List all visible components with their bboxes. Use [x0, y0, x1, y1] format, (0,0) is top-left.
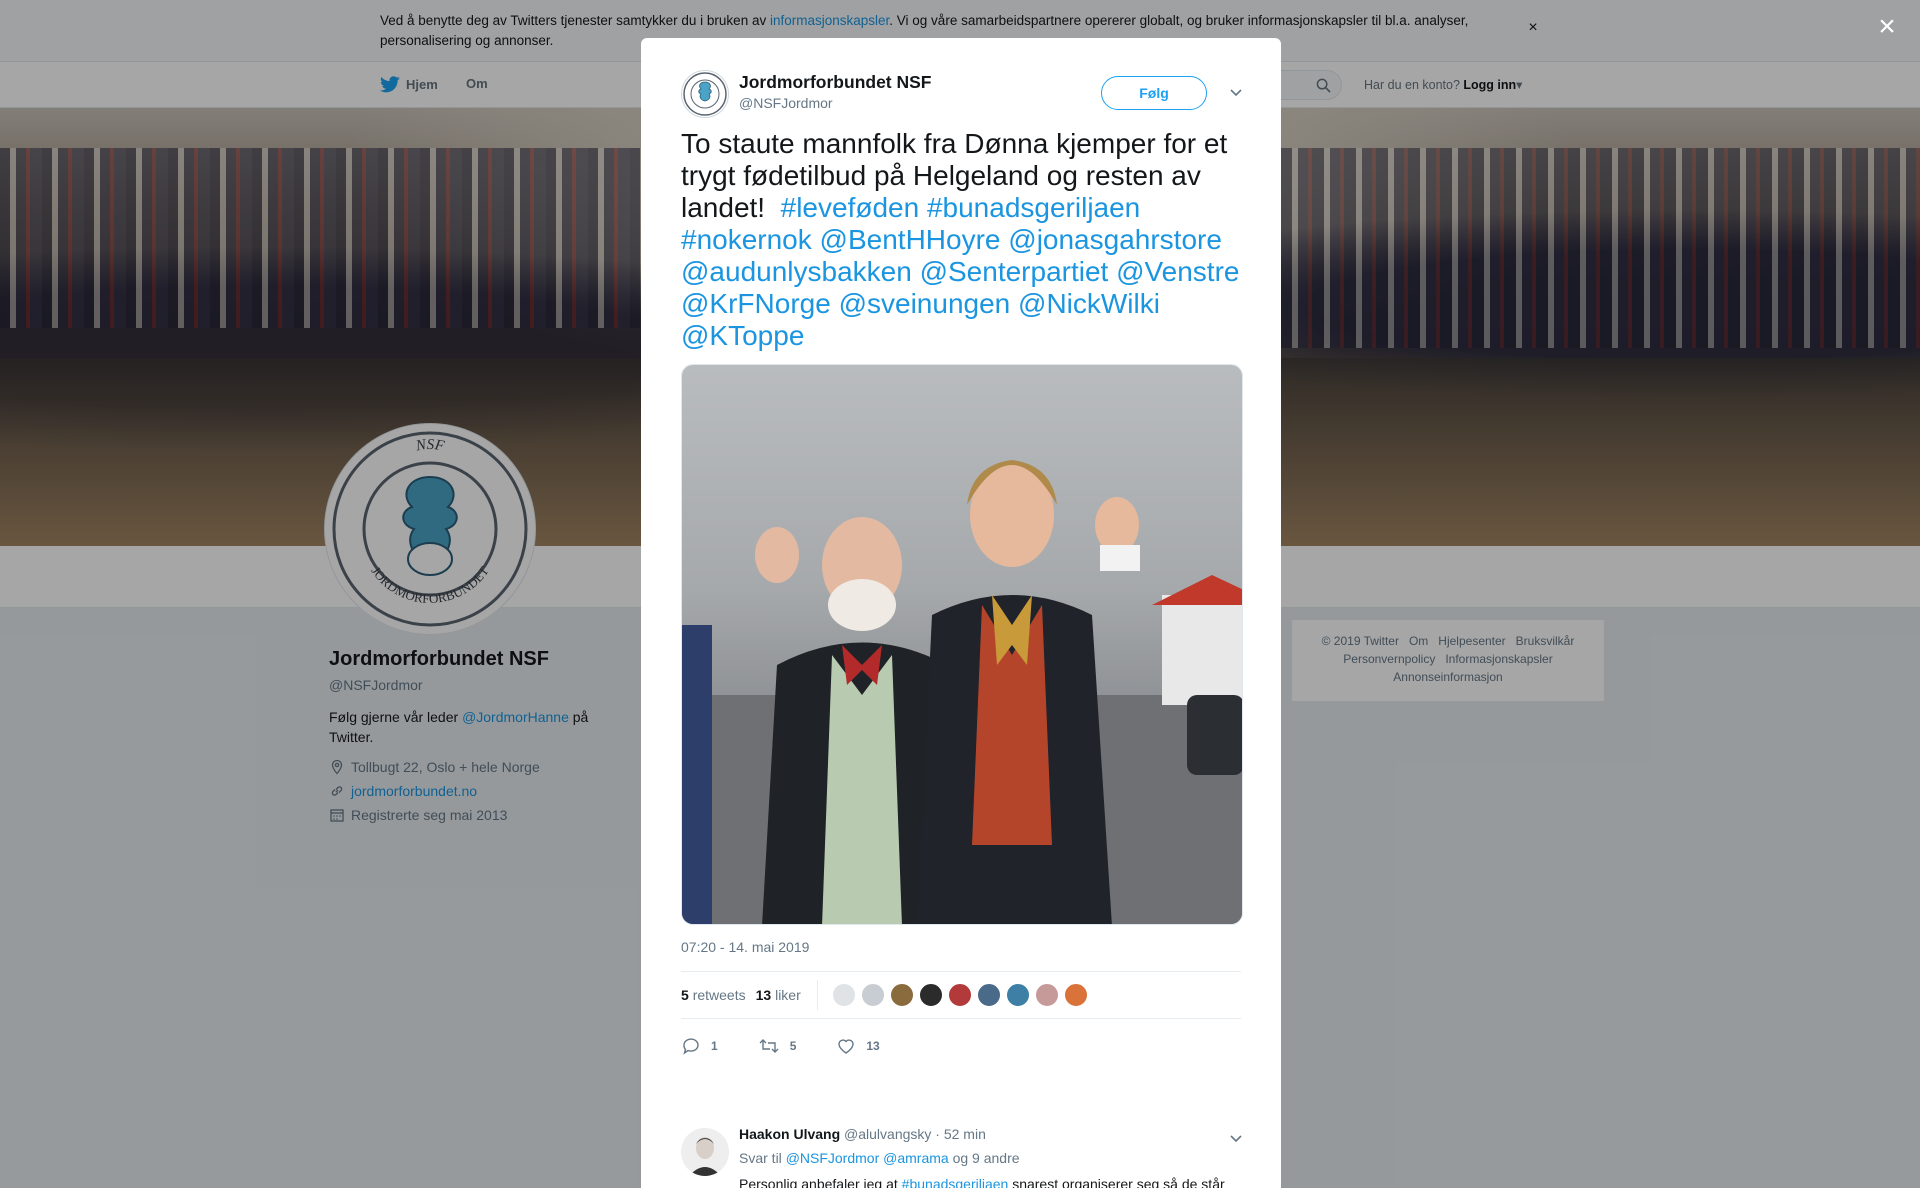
tweet-author-handle[interactable]: @NSFJordmor	[739, 95, 833, 111]
reply-to-line: Svar til @NSFJordmor @amrama og 9 andre	[739, 1150, 1020, 1166]
tweet-actions: 1 5 13	[681, 1028, 1241, 1064]
hashtag-link[interactable]: #leveføden	[781, 192, 920, 223]
likes-stat[interactable]: 13 liker	[756, 987, 801, 1003]
retweets-label: retweets	[692, 987, 746, 1003]
heart-icon	[838, 1039, 855, 1054]
tweet-stats: 5 retweets 13 liker	[681, 971, 1241, 1019]
mention-link[interactable]: @audunlysbakken	[681, 256, 912, 287]
close-icon[interactable]: ×	[1872, 12, 1902, 42]
like-count: 13	[866, 1039, 880, 1053]
retweet-icon	[759, 1039, 779, 1053]
liker-avatar[interactable]	[1034, 983, 1059, 1007]
hashtag-link[interactable]: #bunadsgeriljaen	[902, 1176, 1009, 1188]
hashtag-link[interactable]: #nokernok	[681, 224, 812, 255]
mention-link[interactable]: @Venstre	[1116, 256, 1239, 287]
reply-to-users-link[interactable]: @NSFJordmor @amrama	[786, 1150, 949, 1166]
reply-header: Haakon Ulvang @alulvangsky · 52 min	[739, 1126, 986, 1142]
liker-avatar[interactable]	[889, 983, 914, 1007]
tweet-photo[interactable]	[681, 364, 1243, 925]
retweets-stat[interactable]: 5 retweets	[681, 987, 746, 1003]
reply-author-name[interactable]: Haakon Ulvang	[739, 1126, 840, 1142]
mention-link[interactable]: @KToppe	[681, 320, 804, 351]
liker-avatar[interactable]	[918, 983, 943, 1007]
hashtag-link[interactable]: #bunadsgeriljaen	[927, 192, 1140, 223]
reply-text: Personlig anbefaler jeg at #bunadsgerilj…	[739, 1174, 1239, 1188]
mention-link[interactable]: @Senterpartiet	[920, 256, 1109, 287]
mention-link[interactable]: @BentHHoyre	[820, 224, 1001, 255]
reply-to-more[interactable]: og 9 andre	[953, 1150, 1020, 1166]
liker-avatar[interactable]	[976, 983, 1001, 1007]
retweets-count: 5	[681, 987, 689, 1003]
nsf-logo-small-icon	[683, 72, 727, 116]
likes-count: 13	[755, 987, 772, 1003]
tweet-header: Jordmorforbundet NSF @NSFJordmor Følg	[681, 70, 1242, 120]
chevron-down-icon[interactable]	[1226, 1128, 1246, 1148]
retweet-action[interactable]: 5	[758, 1036, 797, 1056]
likers-avatars	[831, 983, 1093, 1007]
liker-avatar[interactable]	[860, 983, 885, 1007]
reply-action[interactable]: 1	[681, 1036, 718, 1056]
follow-button[interactable]: Følg	[1101, 76, 1207, 110]
reply-avatar[interactable]	[681, 1128, 729, 1176]
mention-link[interactable]: @NickWilki	[1018, 288, 1160, 319]
stats-divider	[816, 980, 818, 1010]
tweet-author-name[interactable]: Jordmorforbundet NSF	[739, 72, 932, 93]
reply-avatar-illustration	[681, 1128, 729, 1176]
tweet-text: To staute mannfolk fra Dønna kjemper for…	[681, 128, 1246, 352]
mention-link[interactable]: @KrFNorge	[681, 288, 831, 319]
liker-avatar[interactable]	[1005, 983, 1030, 1007]
tweet-timestamp[interactable]: 07:20 - 14. mai 2019	[681, 939, 809, 955]
mention-link[interactable]: @sveinungen	[839, 288, 1011, 319]
tweet-photo-illustration	[682, 460, 1242, 924]
tweet-author-avatar[interactable]	[681, 70, 729, 118]
liker-avatar[interactable]	[947, 983, 972, 1007]
reply-time[interactable]: · 52 min	[935, 1126, 986, 1142]
reply-to-label: Svar til	[739, 1150, 782, 1166]
mention-link[interactable]: @jonasgahrstore	[1008, 224, 1222, 255]
reply-icon	[683, 1038, 699, 1055]
like-action[interactable]: 13	[836, 1036, 880, 1056]
retweet-count: 5	[789, 1039, 797, 1053]
tweet-modal: Jordmorforbundet NSF @NSFJordmor Følg To…	[641, 38, 1281, 1188]
reply-count: 1	[711, 1039, 718, 1053]
liker-avatar[interactable]	[831, 983, 856, 1007]
liker-avatar[interactable]	[1063, 983, 1088, 1007]
reply-author-handle[interactable]: @alulvangsky	[844, 1126, 931, 1142]
likes-label: liker	[775, 987, 801, 1003]
reply-text-start: Personlig anbefaler jeg at	[739, 1176, 902, 1188]
chevron-down-icon[interactable]	[1226, 82, 1246, 102]
